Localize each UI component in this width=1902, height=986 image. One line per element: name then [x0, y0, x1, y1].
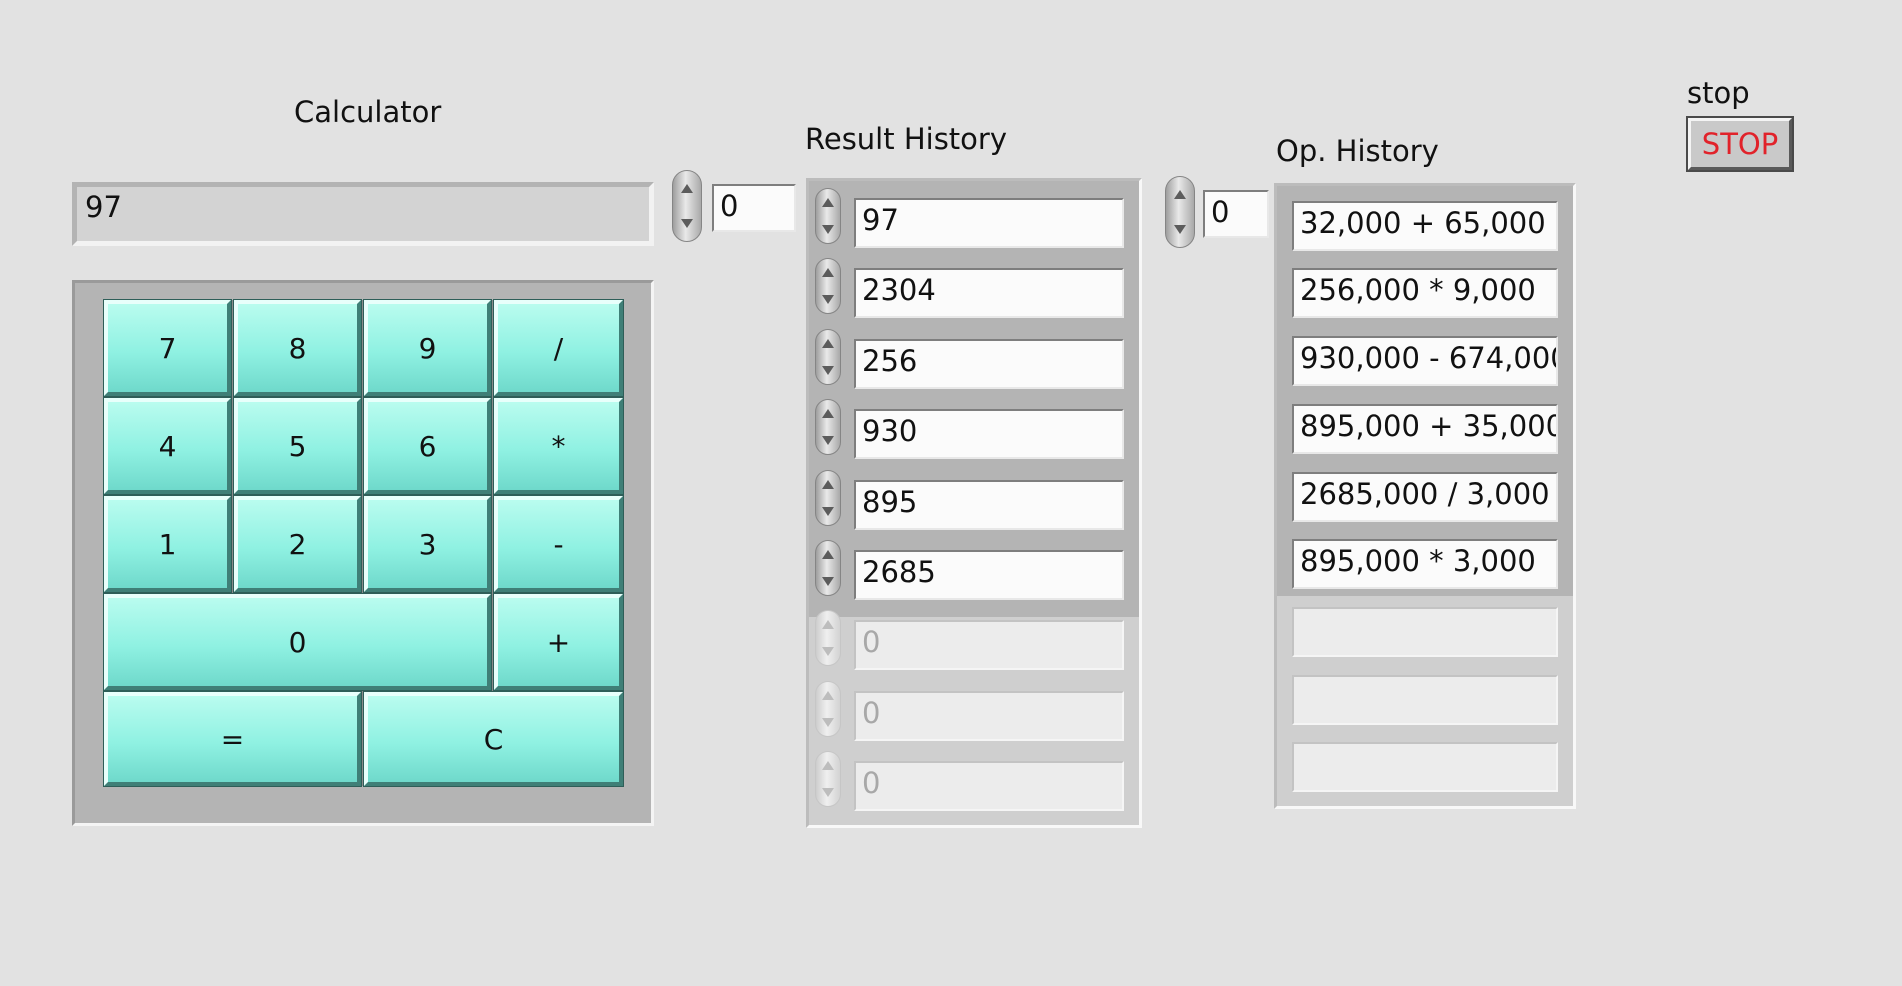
key-subtract[interactable]: - — [493, 495, 624, 593]
decrement-arrow-icon — [822, 225, 834, 234]
decrement-arrow-icon — [822, 647, 834, 656]
result-row-spinner[interactable] — [815, 258, 841, 314]
calculator-label: Calculator — [294, 95, 442, 129]
key-multiply[interactable]: * — [493, 397, 624, 495]
increment-arrow-icon — [822, 550, 834, 559]
op-history-item[interactable]: 32,000 + 65,000 — [1292, 201, 1558, 251]
key-9[interactable]: 9 — [363, 299, 492, 397]
result-history-item[interactable]: 97 — [854, 198, 1124, 248]
key-1[interactable]: 1 — [103, 495, 232, 593]
result-history-item[interactable]: 256 — [854, 339, 1124, 389]
key-3[interactable]: 3 — [363, 495, 492, 593]
op-history-item-empty[interactable] — [1292, 607, 1558, 657]
result-row-spinner[interactable] — [815, 610, 841, 666]
key-add[interactable]: + — [493, 593, 624, 691]
key-6[interactable]: 6 — [363, 397, 492, 495]
op-history-item[interactable]: 2685,000 / 3,000 — [1292, 472, 1558, 522]
increment-arrow-icon — [822, 268, 834, 277]
decrement-arrow-icon — [822, 366, 834, 375]
result-row-spinner[interactable] — [815, 540, 841, 596]
decrement-arrow-icon — [822, 436, 834, 445]
keypad: 7 8 9 / 4 5 6 * 1 2 3 - 0 + = C — [103, 299, 624, 787]
stop-button[interactable]: STOP — [1686, 116, 1794, 172]
decrement-arrow-icon — [822, 295, 834, 304]
result-history-index[interactable]: 0 — [712, 184, 796, 232]
stop-label: stop — [1687, 76, 1750, 110]
op-history-index-spinner[interactable] — [1165, 176, 1195, 248]
increment-arrow-icon — [822, 620, 834, 629]
decrement-arrow-icon — [1174, 225, 1186, 234]
result-row-spinner[interactable] — [815, 751, 841, 807]
increment-arrow-icon — [1174, 190, 1186, 199]
op-history-item-empty[interactable] — [1292, 742, 1558, 792]
key-4[interactable]: 4 — [103, 397, 232, 495]
decrement-arrow-icon — [681, 219, 693, 228]
result-row-spinner[interactable] — [815, 188, 841, 244]
decrement-arrow-icon — [822, 788, 834, 797]
result-row-spinner[interactable] — [815, 329, 841, 385]
increment-arrow-icon — [681, 184, 693, 193]
result-row-spinner[interactable] — [815, 399, 841, 455]
result-history-item[interactable]: 2304 — [854, 268, 1124, 318]
key-equals[interactable]: = — [103, 691, 362, 787]
decrement-arrow-icon — [822, 507, 834, 516]
decrement-arrow-icon — [822, 577, 834, 586]
result-history-item[interactable]: 930 — [854, 409, 1124, 459]
increment-arrow-icon — [822, 339, 834, 348]
result-row-spinner[interactable] — [815, 470, 841, 526]
result-history-item[interactable]: 2685 — [854, 550, 1124, 600]
key-5[interactable]: 5 — [233, 397, 362, 495]
result-history-index-spinner[interactable] — [672, 170, 702, 242]
op-history-item[interactable]: 256,000 * 9,000 — [1292, 268, 1558, 318]
decrement-arrow-icon — [822, 718, 834, 727]
result-history-label: Result History — [805, 122, 1007, 156]
result-history-item-empty[interactable]: 0 — [854, 620, 1124, 670]
op-history-item[interactable]: 895,000 * 3,000 — [1292, 539, 1558, 589]
result-history-item-empty[interactable]: 0 — [854, 691, 1124, 741]
op-history-item[interactable]: 930,000 - 674,000 — [1292, 336, 1558, 386]
increment-arrow-icon — [822, 409, 834, 418]
increment-arrow-icon — [822, 761, 834, 770]
key-clear[interactable]: C — [363, 691, 624, 787]
increment-arrow-icon — [822, 198, 834, 207]
increment-arrow-icon — [822, 691, 834, 700]
key-2[interactable]: 2 — [233, 495, 362, 593]
key-8[interactable]: 8 — [233, 299, 362, 397]
result-history-item-empty[interactable]: 0 — [854, 761, 1124, 811]
op-history-item-empty[interactable] — [1292, 675, 1558, 725]
key-divide[interactable]: / — [493, 299, 624, 397]
increment-arrow-icon — [822, 480, 834, 489]
key-7[interactable]: 7 — [103, 299, 232, 397]
op-history-item[interactable]: 895,000 + 35,000 — [1292, 404, 1558, 454]
op-history-label: Op. History — [1276, 134, 1439, 168]
op-history-index[interactable]: 0 — [1203, 190, 1269, 238]
result-history-item[interactable]: 895 — [854, 480, 1124, 530]
calculator-display: 97 — [72, 182, 654, 246]
result-row-spinner[interactable] — [815, 681, 841, 737]
key-0[interactable]: 0 — [103, 593, 492, 691]
